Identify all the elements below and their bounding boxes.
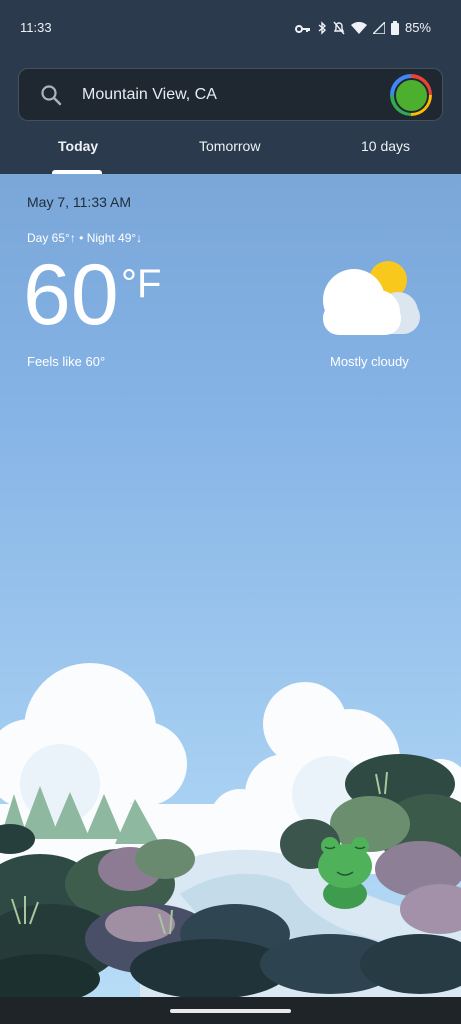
search-bar[interactable]: Mountain View, CA [18,68,443,121]
avatar[interactable] [390,74,432,116]
tab-tomorrow[interactable]: Tomorrow [199,138,260,154]
landscape-illustration [0,663,461,997]
status-bar: 11:33 85% [0,0,461,58]
status-icons: 85% [294,20,431,35]
home-gesture-pill[interactable] [170,1009,291,1013]
weather-panel: May 7, 11:33 AM Day 65°↑ • Night 49°↓ 60… [0,174,461,997]
day-night-temps: Day 65°↑ • Night 49°↓ [27,231,143,245]
bluetooth-icon [318,20,327,35]
battery-icon [390,20,399,35]
date-time: May 7, 11:33 AM [27,194,132,210]
wifi-icon [350,21,367,34]
search-icon[interactable] [40,84,62,106]
location-search-text[interactable]: Mountain View, CA [82,86,217,104]
signal-icon [372,21,385,34]
current-temperature: 60 [23,247,119,343]
bell-off-icon [333,21,345,34]
partly-cloudy-icon [323,261,420,335]
status-time: 11:33 [20,20,52,35]
feels-like: Feels like 60° [27,354,106,369]
battery-level: 85% [404,20,431,35]
frog-mascot [318,837,372,909]
temperature-unit: °F [121,262,162,306]
tab-today[interactable]: Today [58,138,98,154]
navigation-bar [0,997,461,1024]
key-icon [294,24,310,33]
tab-bar: Today Tomorrow 10 days [0,124,461,174]
weather-condition: Mostly cloudy [330,354,409,369]
tab-10-days[interactable]: 10 days [361,138,410,154]
